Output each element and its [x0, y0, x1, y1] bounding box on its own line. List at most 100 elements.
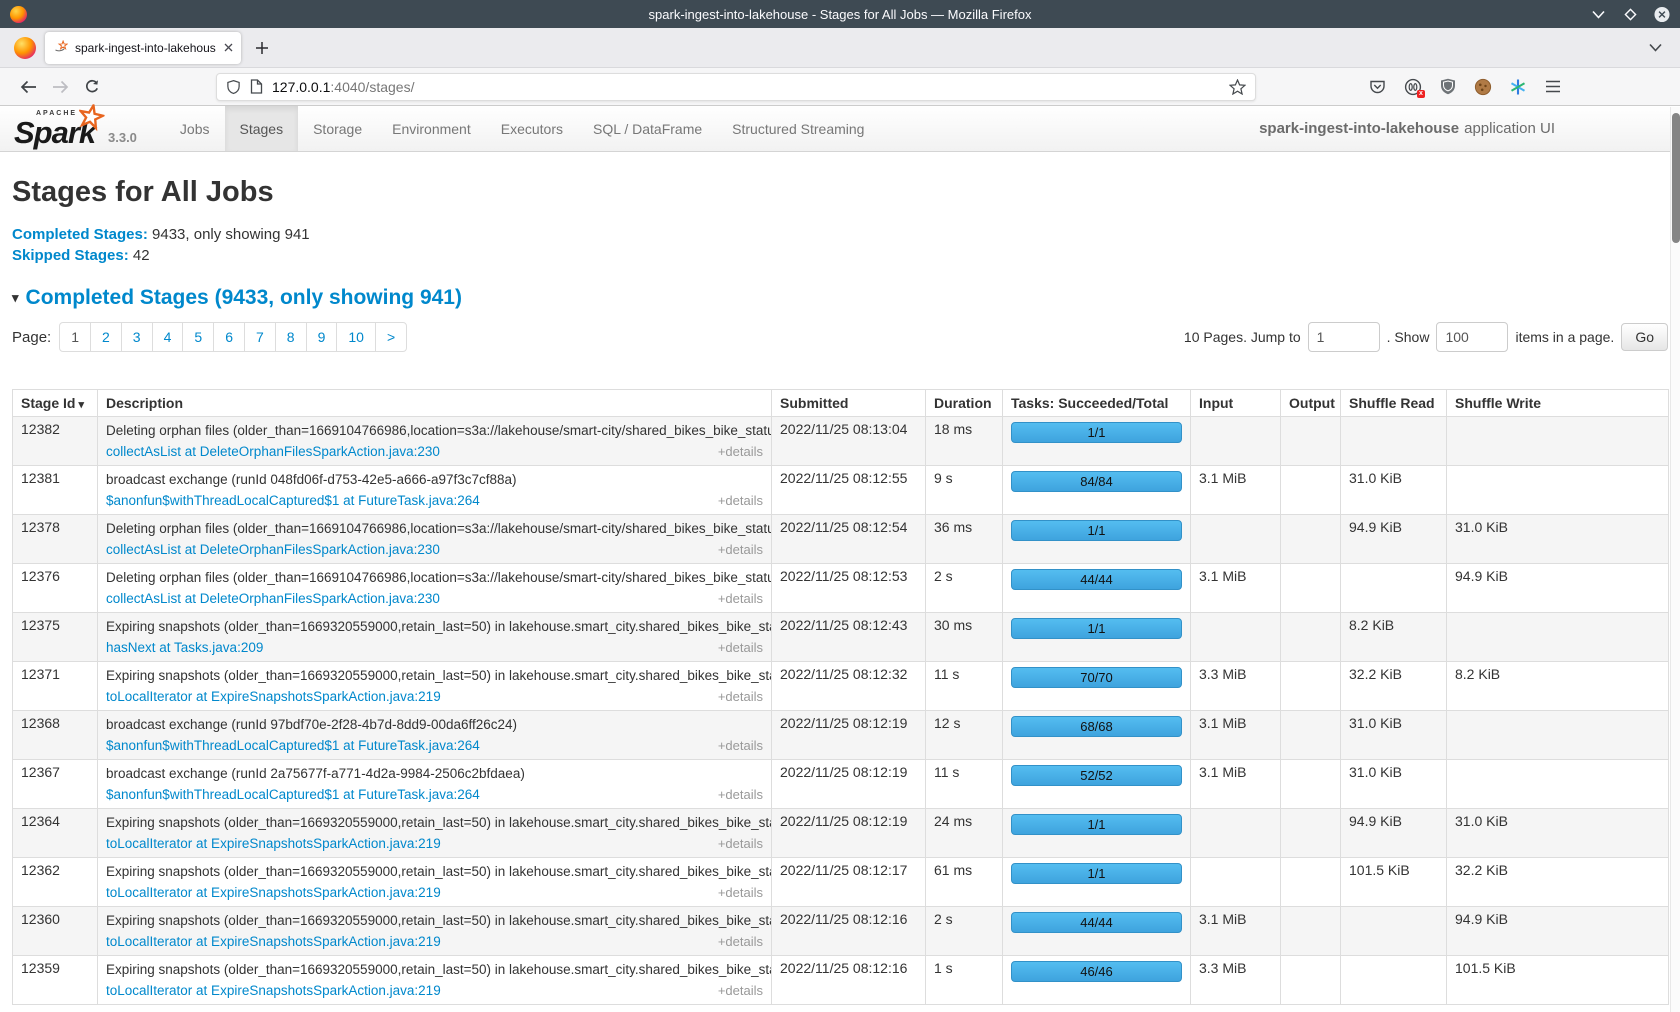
tasks-progress-bar: 1/1: [1011, 814, 1182, 835]
cell-input: 3.1 MiB: [1191, 760, 1281, 809]
shield-icon[interactable]: [226, 79, 241, 95]
stage-detail-link[interactable]: toLocalIterator at ExpireSnapshotsSparkA…: [106, 687, 441, 706]
cell-output: [1281, 956, 1341, 1005]
url-text[interactable]: 127.0.0.1:4040/stages/: [272, 79, 1220, 95]
completed-stages-label[interactable]: Completed Stages:: [12, 226, 148, 243]
pagination-row: Page: 12345678910> 10 Pages. Jump to . S…: [12, 322, 1668, 352]
stage-detail-link[interactable]: toLocalIterator at ExpireSnapshotsSparkA…: [106, 981, 441, 1000]
pocket-icon[interactable]: [1368, 77, 1387, 96]
scrollbar-thumb[interactable]: [1672, 113, 1680, 243]
url-bar[interactable]: 127.0.0.1:4040/stages/: [216, 73, 1256, 101]
nav-item-jobs[interactable]: Jobs: [165, 106, 225, 151]
cookie-icon[interactable]: [1473, 77, 1492, 96]
column-header-shuffle-read[interactable]: Shuffle Read: [1341, 390, 1447, 417]
nav-item-executors[interactable]: Executors: [486, 106, 578, 151]
details-toggle[interactable]: +details: [718, 638, 763, 657]
close-icon[interactable]: [1654, 6, 1670, 22]
stage-detail-link[interactable]: toLocalIterator at ExpireSnapshotsSparkA…: [106, 932, 441, 951]
stage-detail-link[interactable]: collectAsList at DeleteOrphanFilesSparkA…: [106, 540, 440, 559]
page-button-9[interactable]: 9: [306, 322, 338, 352]
page-button-7[interactable]: 7: [244, 322, 276, 352]
details-toggle[interactable]: +details: [718, 491, 763, 510]
page-button-4[interactable]: 4: [152, 322, 184, 352]
vertical-scrollbar[interactable]: [1670, 107, 1680, 1012]
column-header-input[interactable]: Input: [1191, 390, 1281, 417]
details-toggle[interactable]: +details: [718, 589, 763, 608]
table-header-row: Stage Id▾DescriptionSubmittedDurationTas…: [13, 390, 1669, 417]
page-button-10[interactable]: 10: [336, 322, 376, 352]
extension-asterisk-icon[interactable]: [1508, 77, 1527, 96]
stage-description: Expiring snapshots (older_than=166932055…: [106, 862, 763, 881]
column-header-submitted[interactable]: Submitted: [772, 390, 926, 417]
tasks-progress-bar: 68/68: [1011, 716, 1182, 737]
bookmark-star-icon[interactable]: [1229, 79, 1246, 95]
nav-item-storage[interactable]: Storage: [298, 106, 377, 151]
page-info-icon[interactable]: [250, 79, 263, 94]
stage-detail-link[interactable]: $anonfun$withThreadLocalCaptured$1 at Fu…: [106, 736, 480, 755]
page-button-1[interactable]: 1: [59, 322, 91, 352]
cell-stage-id: 12362: [13, 858, 98, 907]
browser-tab[interactable]: spark-ingest-into-lakehous: [45, 32, 241, 64]
page-button-2[interactable]: 2: [90, 322, 122, 352]
details-toggle[interactable]: +details: [718, 883, 763, 902]
stage-detail-link[interactable]: $anonfun$withThreadLocalCaptured$1 at Fu…: [106, 785, 480, 804]
forward-icon[interactable]: [44, 73, 76, 101]
cell-duration: 1 s: [926, 956, 1003, 1005]
containers-icon[interactable]: x: [1403, 77, 1422, 96]
back-icon[interactable]: [12, 73, 44, 101]
page-button-5[interactable]: 5: [182, 322, 214, 352]
details-toggle[interactable]: +details: [718, 687, 763, 706]
page-button-next[interactable]: >: [375, 322, 407, 352]
column-header-tasks-succeeded-total[interactable]: Tasks: Succeeded/Total: [1003, 390, 1191, 417]
stage-description: Deleting orphan files (older_than=166910…: [106, 519, 763, 538]
maximize-icon[interactable]: [1622, 6, 1638, 22]
new-tab-icon[interactable]: [255, 41, 269, 55]
stage-detail-link[interactable]: collectAsList at DeleteOrphanFilesSparkA…: [106, 442, 440, 461]
details-toggle[interactable]: +details: [718, 932, 763, 951]
stage-detail-link[interactable]: $anonfun$withThreadLocalCaptured$1 at Fu…: [106, 491, 480, 510]
pages-info: 10 Pages. Jump to: [1184, 329, 1301, 345]
details-toggle[interactable]: +details: [718, 540, 763, 559]
tab-close-icon[interactable]: [224, 43, 233, 52]
column-header-stage-id[interactable]: Stage Id▾: [13, 390, 98, 417]
nav-item-environment[interactable]: Environment: [377, 106, 486, 151]
details-toggle[interactable]: +details: [718, 736, 763, 755]
completed-stages-section-toggle[interactable]: ▾ Completed Stages (9433, only showing 9…: [12, 286, 1668, 310]
cell-submitted: 2022/11/25 08:12:19: [772, 809, 926, 858]
cell-description: broadcast exchange (runId 2a75677f-a771-…: [98, 760, 772, 809]
nav-item-sql-dataframe[interactable]: SQL / DataFrame: [578, 106, 717, 151]
cell-stage-id: 12367: [13, 760, 98, 809]
stage-detail-link[interactable]: toLocalIterator at ExpireSnapshotsSparkA…: [106, 883, 441, 902]
reload-icon[interactable]: [76, 73, 108, 101]
column-header-duration[interactable]: Duration: [926, 390, 1003, 417]
page-button-6[interactable]: 6: [213, 322, 245, 352]
cell-tasks: 1/1: [1003, 417, 1191, 466]
page-button-8[interactable]: 8: [275, 322, 307, 352]
list-all-tabs-icon[interactable]: [1649, 43, 1662, 52]
page-button-3[interactable]: 3: [121, 322, 153, 352]
ublock-shield-icon[interactable]: [1438, 77, 1457, 96]
details-toggle[interactable]: +details: [718, 442, 763, 461]
cell-input: 3.3 MiB: [1191, 956, 1281, 1005]
jump-to-page-input[interactable]: [1308, 322, 1380, 352]
stage-detail-link[interactable]: collectAsList at DeleteOrphanFilesSparkA…: [106, 589, 440, 608]
cell-tasks: 84/84: [1003, 466, 1191, 515]
items-per-page-input[interactable]: [1436, 322, 1508, 352]
stage-detail-link[interactable]: hasNext at Tasks.java:209: [106, 638, 263, 657]
details-toggle[interactable]: +details: [718, 785, 763, 804]
column-header-description[interactable]: Description: [98, 390, 772, 417]
column-header-shuffle-write[interactable]: Shuffle Write: [1447, 390, 1669, 417]
details-toggle[interactable]: +details: [718, 981, 763, 1000]
column-header-output[interactable]: Output: [1281, 390, 1341, 417]
skipped-stages-label[interactable]: Skipped Stages:: [12, 247, 129, 264]
stage-detail-link[interactable]: toLocalIterator at ExpireSnapshotsSparkA…: [106, 834, 441, 853]
go-button[interactable]: Go: [1621, 323, 1668, 351]
cell-duration: 11 s: [926, 662, 1003, 711]
details-toggle[interactable]: +details: [718, 834, 763, 853]
nav-item-structured-streaming[interactable]: Structured Streaming: [717, 106, 879, 151]
window-title: spark-ingest-into-lakehouse - Stages for…: [0, 7, 1680, 22]
minimize-icon[interactable]: [1590, 6, 1606, 22]
menu-hamburger-icon[interactable]: [1543, 77, 1562, 96]
spark-brand[interactable]: APACHE Spark 3.3.0: [0, 106, 151, 151]
nav-item-stages[interactable]: Stages: [225, 106, 299, 151]
